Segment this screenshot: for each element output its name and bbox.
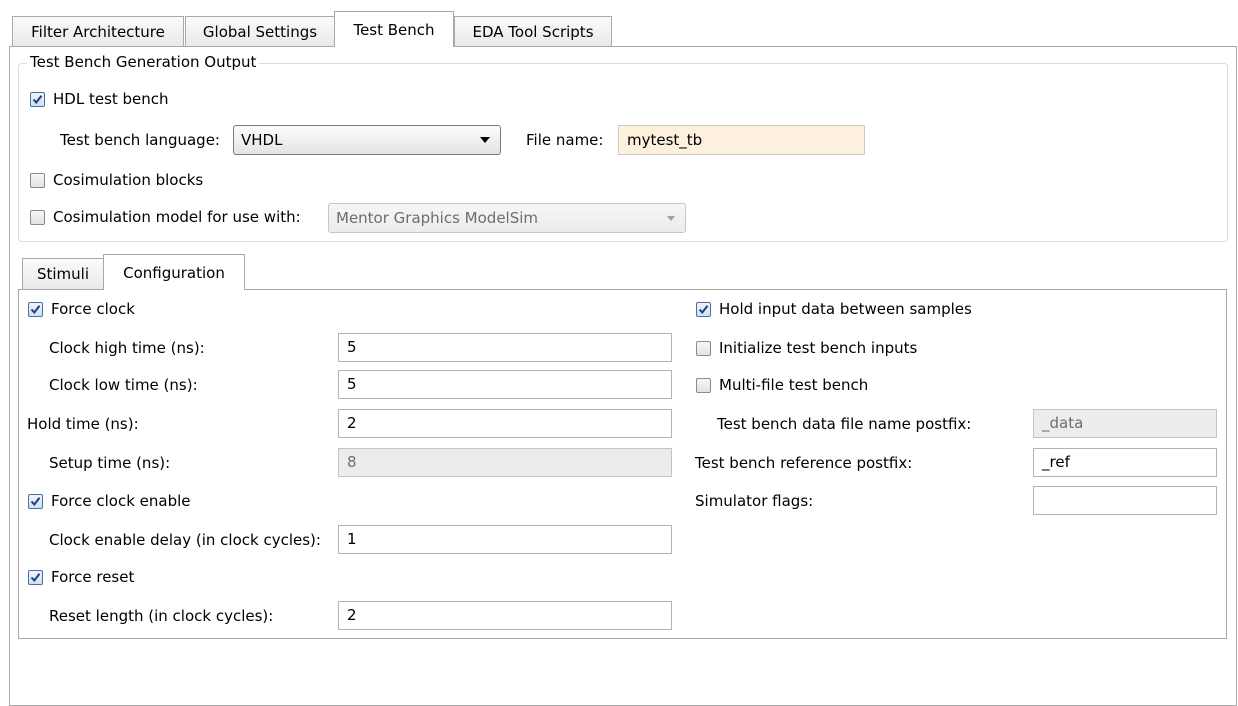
cosim-model-label: Cosimulation model for use with: xyxy=(53,208,301,226)
tab-label: Filter Architecture xyxy=(31,22,165,41)
hold-time-input[interactable]: 2 xyxy=(338,409,672,438)
clock-low-value: 5 xyxy=(347,375,357,393)
data-postfix-input[interactable]: _data xyxy=(1033,409,1217,438)
force-clock-label: Force clock xyxy=(51,300,135,318)
hold-input-label: Hold input data between samples xyxy=(719,300,972,318)
init-inputs-checkbox[interactable] xyxy=(696,341,711,356)
clock-enable-delay-label: Clock enable delay (in clock cycles): xyxy=(49,531,321,549)
clock-high-value: 5 xyxy=(347,338,357,356)
force-reset-checkbox[interactable] xyxy=(28,570,43,585)
hold-time-label: Hold time (ns): xyxy=(27,415,139,433)
language-label: Test bench language: xyxy=(60,131,220,149)
force-clock-enable-label: Force clock enable xyxy=(51,492,191,510)
tab-stimuli[interactable]: Stimuli xyxy=(22,258,104,289)
cosim-model-select[interactable]: Mentor Graphics ModelSim xyxy=(328,203,686,233)
tab-global-settings[interactable]: Global Settings xyxy=(185,16,335,46)
checkmark-icon xyxy=(698,305,709,315)
tab-eda-tool-scripts[interactable]: EDA Tool Scripts xyxy=(454,16,612,46)
tab-label: Stimuli xyxy=(36,265,90,283)
language-value: VHDL xyxy=(241,131,283,149)
language-select[interactable]: VHDL xyxy=(233,125,501,155)
cosim-model-value: Mentor Graphics ModelSim xyxy=(336,209,539,227)
output-group-title: Test Bench Generation Output xyxy=(27,53,260,71)
clock-enable-delay-value: 1 xyxy=(347,530,357,548)
checkmark-icon xyxy=(30,497,41,507)
clock-high-input[interactable]: 5 xyxy=(338,333,672,362)
tab-label: Global Settings xyxy=(202,22,318,41)
checkmark-icon xyxy=(30,573,41,583)
checkmark-icon xyxy=(32,95,43,105)
chevron-down-icon xyxy=(667,216,675,221)
tab-label: Test Bench xyxy=(353,20,435,39)
tab-filter-architecture[interactable]: Filter Architecture xyxy=(12,16,184,46)
data-postfix-label: Test bench data file name postfix: xyxy=(717,415,972,433)
hold-time-value: 2 xyxy=(347,414,357,432)
sim-flags-label: Simulator flags: xyxy=(695,492,814,510)
ref-postfix-label: Test bench reference postfix: xyxy=(695,454,913,472)
force-reset-label: Force reset xyxy=(51,568,135,586)
chevron-down-icon xyxy=(480,137,490,143)
tab-label: Configuration xyxy=(123,263,225,282)
checkmark-icon xyxy=(30,305,41,315)
ref-postfix-value: _ref xyxy=(1042,453,1070,471)
tab-test-bench[interactable]: Test Bench xyxy=(334,11,454,47)
reset-length-input[interactable]: 2 xyxy=(338,601,672,630)
file-name-input[interactable]: mytest_tb xyxy=(618,125,865,155)
cosim-blocks-label: Cosimulation blocks xyxy=(53,171,204,189)
force-clock-checkbox[interactable] xyxy=(28,302,43,317)
init-inputs-label: Initialize test bench inputs xyxy=(719,339,918,357)
clock-low-input[interactable]: 5 xyxy=(338,370,672,399)
hdl-test-bench-checkbox[interactable] xyxy=(30,92,45,107)
data-postfix-value: _data xyxy=(1042,414,1084,432)
cosim-model-checkbox[interactable] xyxy=(30,210,45,225)
hdl-test-bench-label: HDL test bench xyxy=(53,90,169,108)
multi-file-label: Multi-file test bench xyxy=(719,376,869,394)
reset-length-label: Reset length (in clock cycles): xyxy=(49,607,274,625)
force-clock-enable-checkbox[interactable] xyxy=(28,494,43,509)
clock-low-label: Clock low time (ns): xyxy=(49,376,198,394)
cosim-blocks-checkbox[interactable] xyxy=(30,173,45,188)
clock-high-label: Clock high time (ns): xyxy=(49,339,205,357)
multi-file-checkbox[interactable] xyxy=(696,378,711,393)
hold-input-checkbox[interactable] xyxy=(696,302,711,317)
reset-length-value: 2 xyxy=(347,606,357,624)
tab-configuration[interactable]: Configuration xyxy=(103,254,245,290)
setup-time-input[interactable]: 8 xyxy=(338,448,672,477)
file-name-value: mytest_tb xyxy=(627,131,703,149)
sim-flags-input[interactable] xyxy=(1033,486,1217,515)
tab-label: EDA Tool Scripts xyxy=(472,22,594,41)
setup-time-label: Setup time (ns): xyxy=(49,454,171,472)
ref-postfix-input[interactable]: _ref xyxy=(1033,448,1217,477)
setup-time-value: 8 xyxy=(347,453,357,471)
clock-enable-delay-input[interactable]: 1 xyxy=(338,525,672,554)
file-name-label: File name: xyxy=(526,131,604,149)
